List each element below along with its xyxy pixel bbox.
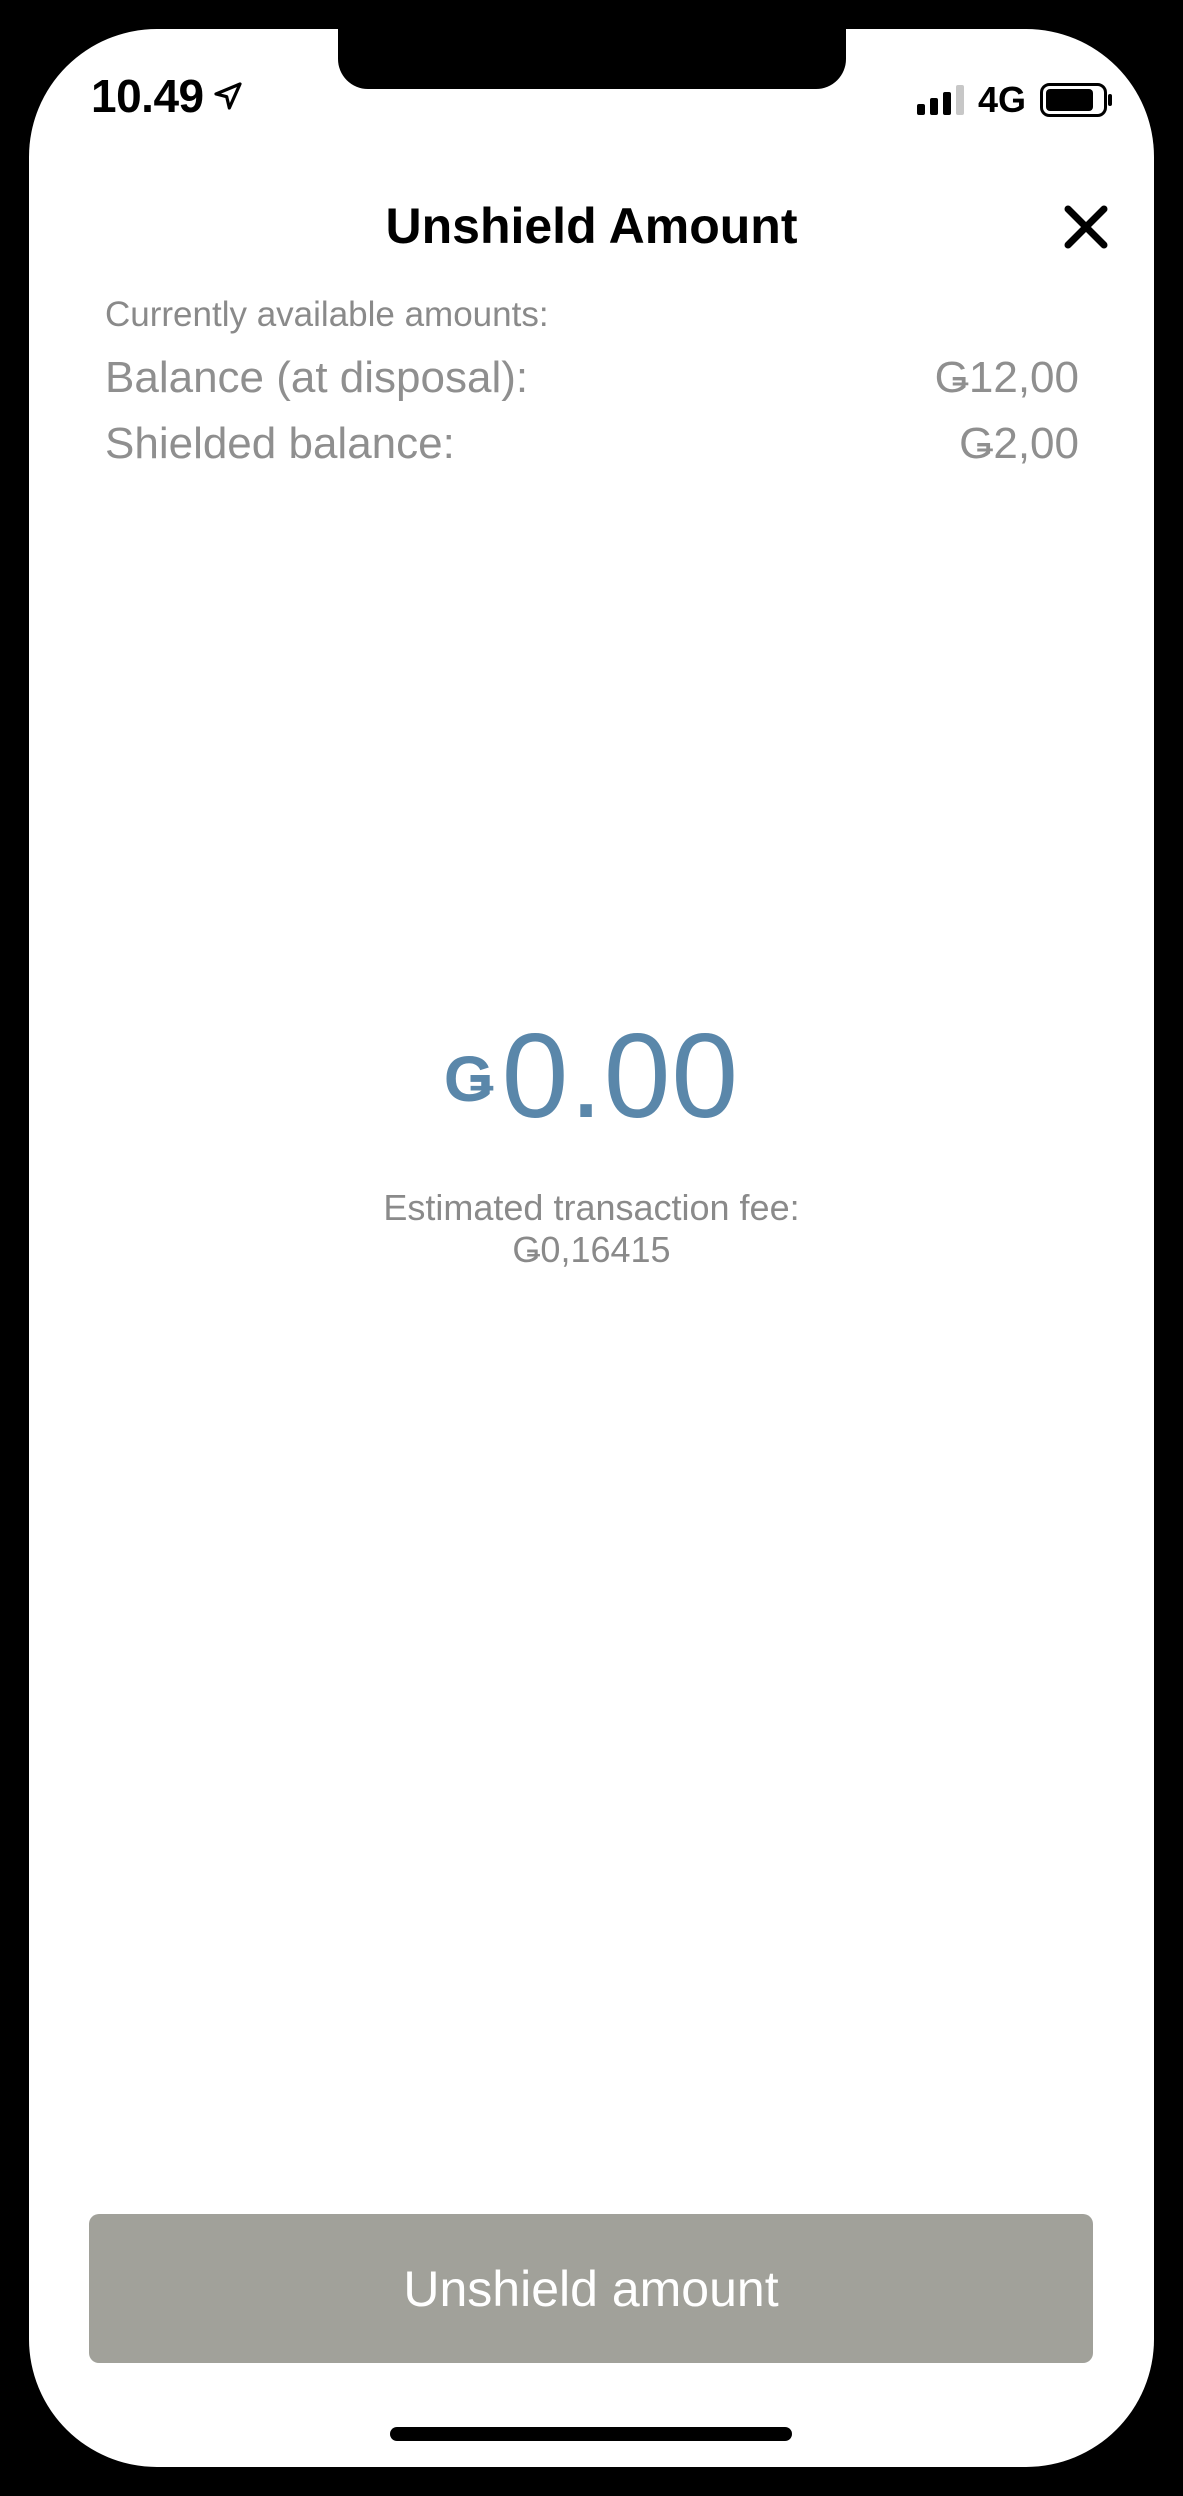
device-notch <box>338 29 846 89</box>
home-indicator[interactable] <box>390 2427 792 2441</box>
fee-value: Ǥ0,16415 <box>512 1229 671 1270</box>
available-amounts-label: Currently available amounts: <box>105 295 549 334</box>
page-title: Unshield Amount <box>385 198 798 254</box>
fee-label: Estimated transaction fee: <box>383 1187 800 1228</box>
status-indicators: 4G <box>916 79 1114 121</box>
status-time-text: 10.49 <box>91 70 204 122</box>
amount-value[interactable]: 0.00 <box>502 1007 740 1145</box>
currency-symbol: Ǥ <box>443 1043 494 1115</box>
balance-value: Ǥ12,00 <box>934 353 1079 402</box>
signal-bars-icon <box>916 85 964 115</box>
device-frame: 10.49 4G Unshield Amount Currently avail… <box>0 0 1183 2496</box>
app-screen: 10.49 4G Unshield Amount Currently avail… <box>29 29 1154 2467</box>
status-time: 10.49 <box>91 69 244 123</box>
unshield-amount-button[interactable]: Unshield amount <box>89 2214 1093 2363</box>
close-icon[interactable] <box>1058 199 1114 255</box>
network-type: 4G <box>977 79 1026 120</box>
balance-row: Balance (at disposal): Ǥ12,00 <box>105 353 1079 403</box>
shielded-balance-value: Ǥ2,00 <box>959 419 1079 468</box>
amount-input[interactable]: Ǥ 0.00 <box>29 1007 1154 1145</box>
shielded-balance-row: Shielded balance: Ǥ2,00 <box>105 419 1079 469</box>
balance-label: Balance (at disposal): <box>105 353 529 402</box>
battery-icon <box>1040 83 1112 117</box>
shielded-balance-label: Shielded balance: <box>105 419 455 468</box>
location-arrow-icon <box>214 82 242 110</box>
